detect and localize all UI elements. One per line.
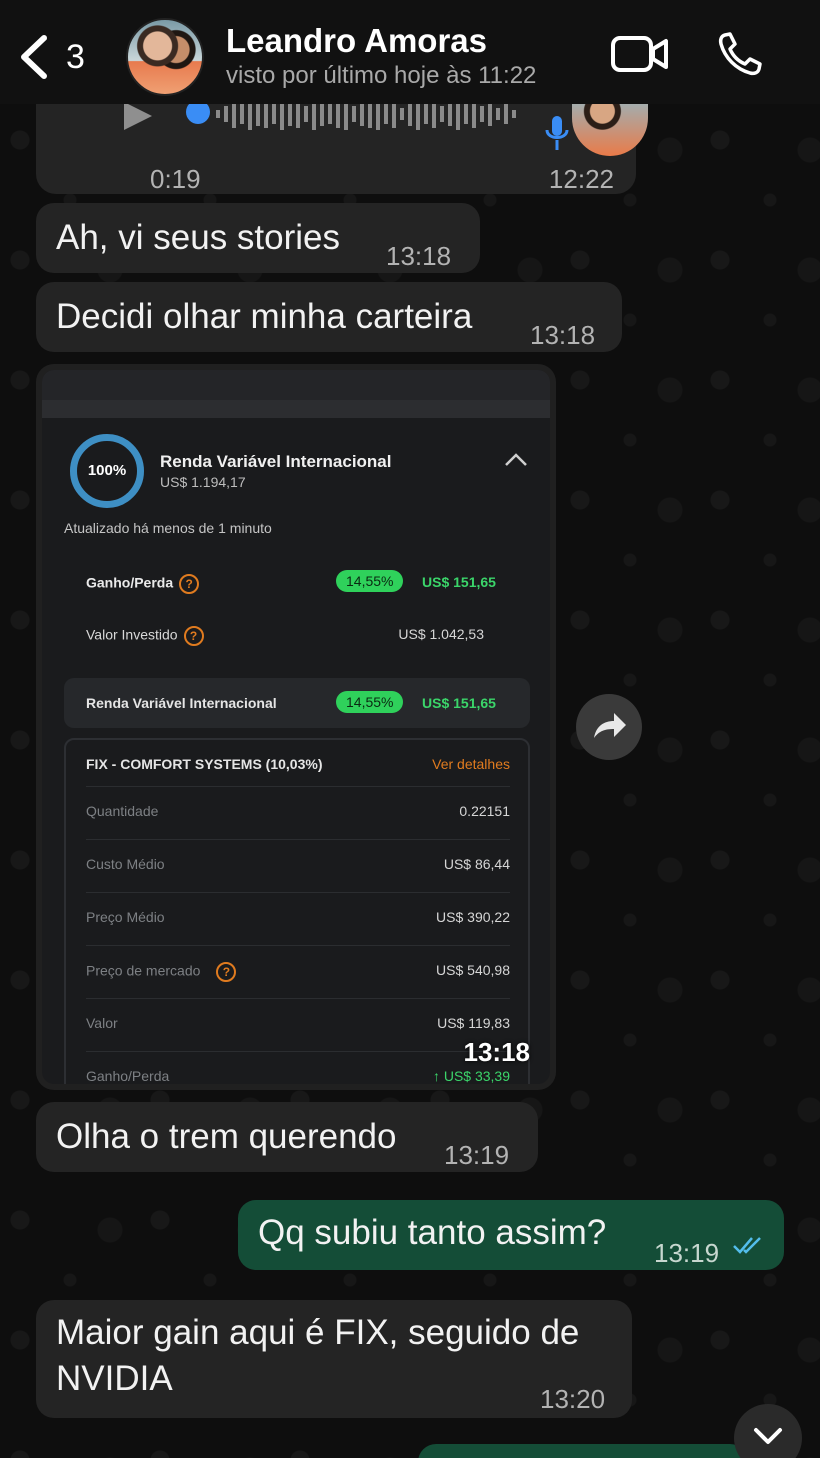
invested-label-text: Valor Investido — [86, 626, 178, 643]
video-call-icon[interactable] — [610, 34, 670, 74]
invested-label: Valor Investido? — [86, 626, 204, 646]
ring-percentage: 100% — [87, 462, 127, 479]
detail-label-text: Preço de mercado — [86, 962, 201, 979]
scroll-to-bottom-button[interactable] — [734, 1404, 802, 1458]
forward-button[interactable] — [576, 694, 642, 760]
help-icon: ? — [183, 626, 204, 646]
back-arrow-icon[interactable] — [14, 32, 54, 82]
invested-row: Valor Investido? US$ 1.042,53 — [86, 622, 516, 648]
gain-value: US$ 151,65 — [422, 574, 496, 590]
gain-label-text: Ganho/Perda — [86, 574, 174, 591]
detail-label: Preço de mercado? — [86, 962, 237, 982]
detail-value: US$ 86,44 — [443, 856, 510, 872]
message-text: Qq subiu tanto assim? — [258, 1213, 607, 1252]
detail-value: US$ 540,98 — [436, 962, 510, 978]
summary-value: US$ 151,65 — [422, 695, 496, 711]
detail-label: Ganho/Perda — [86, 1068, 170, 1084]
detail-row: Quantidade 0.22151 — [86, 786, 510, 838]
read-receipt-icon — [733, 1237, 761, 1254]
chevron-down-icon — [754, 1428, 782, 1444]
detail-row: Valor US$ 119,83 — [86, 998, 510, 1050]
image-message-bubble[interactable]: 100% Renda Variável Internacional US$ 1.… — [36, 364, 556, 1090]
message-time: 13:18 — [530, 320, 596, 350]
message-time: 13:18 — [386, 241, 452, 271]
message-text: Ah, vi seus stories — [56, 218, 340, 257]
message-bubble-out-partial[interactable] — [418, 1444, 748, 1458]
detail-value: ↑ US$ 33,39 — [432, 1068, 510, 1084]
message-time: 13:18 — [463, 1037, 531, 1067]
message-time: 13:19 — [444, 1140, 510, 1170]
message-time: 12:22 — [548, 164, 614, 194]
updated-text: Atualizado há menos de 1 minuto — [64, 520, 272, 536]
message-text: Decidi olhar minha carteira — [56, 297, 473, 336]
asset-detail-card: FIX - COMFORT SYSTEMS (10,03%) Ver detal… — [64, 738, 530, 1084]
message-bubble-in[interactable]: Maior gain aqui é FIX, seguido de NVIDIA… — [36, 1300, 632, 1418]
view-details-link: Ver detalhes — [432, 756, 510, 772]
summary-label: Renda Variável Internacional — [86, 695, 277, 711]
message-bubble-in[interactable]: Ah, vi seus stories 13:18 — [36, 203, 480, 273]
invested-value: US$ 1.042,53 — [398, 626, 484, 642]
screenshot-top-bar — [42, 370, 550, 404]
gain-loss-label: Ganho/Perda? — [86, 574, 200, 594]
chat-header: 3 Leandro Amoras visto por último hoje à… — [0, 0, 820, 104]
microphone-icon — [545, 116, 569, 150]
detail-value: US$ 119,83 — [437, 1015, 510, 1031]
unread-count[interactable]: 3 — [66, 38, 85, 77]
contact-avatar[interactable] — [126, 18, 204, 96]
detail-label: Preço Médio — [86, 909, 165, 925]
help-icon: ? — [216, 962, 237, 982]
message-bubble-in[interactable]: Olha o trem querendo 13:19 — [36, 1102, 538, 1172]
portfolio-title: Renda Variável Internacional — [160, 452, 392, 471]
chevron-up-icon — [505, 453, 527, 466]
gain-loss-row: Ganho/Perda? 14,55% US$ 151,65 — [86, 570, 516, 596]
summary-percent-badge: 14,55% — [336, 691, 404, 713]
detail-label: Valor — [86, 1015, 118, 1031]
message-time: 13:19 — [654, 1238, 720, 1268]
voice-duration: 0:19 — [150, 164, 201, 194]
message-bubble-in[interactable]: Decidi olhar minha carteira 13:18 — [36, 282, 622, 352]
phone-call-icon[interactable] — [716, 30, 764, 78]
detail-row: Preço de mercado? US$ 540,98 — [86, 945, 510, 997]
detail-label: Quantidade — [86, 803, 159, 819]
allocation-ring: 100% — [70, 434, 144, 508]
detail-row: Custo Médio US$ 86,44 — [86, 839, 510, 891]
message-text: Olha o trem querendo — [56, 1117, 397, 1156]
detail-value: US$ 390,22 — [436, 909, 510, 925]
contact-name[interactable]: Leandro Amoras — [226, 22, 487, 60]
message-time: 13:20 — [540, 1384, 606, 1414]
help-icon: ? — [179, 574, 200, 594]
asset-title: FIX - COMFORT SYSTEMS (10,03%) — [86, 756, 323, 772]
forward-arrow-icon — [594, 713, 626, 738]
last-seen-status: visto por último hoje às 11:22 — [226, 62, 537, 89]
detail-row: Preço Médio US$ 390,22 — [86, 892, 510, 944]
message-bubble-out[interactable]: Qq subiu tanto assim? 13:19 — [238, 1200, 784, 1270]
gain-percent-badge: 14,55% — [336, 570, 404, 592]
detail-label: Custo Médio — [86, 856, 165, 872]
message-text: Maior gain aqui é FIX, seguido de NVIDIA — [56, 1313, 580, 1398]
detail-value: 0.22151 — [459, 803, 510, 819]
category-summary: Renda Variável Internacional 14,55% US$ … — [64, 678, 530, 728]
screenshot-divider — [42, 400, 550, 418]
portfolio-total: US$ 1.194,17 — [160, 474, 246, 490]
detail-row: Ganho/Perda ↑ US$ 33,39 — [86, 1051, 510, 1084]
portfolio-screenshot[interactable]: 100% Renda Variável Internacional US$ 1.… — [42, 370, 550, 1084]
